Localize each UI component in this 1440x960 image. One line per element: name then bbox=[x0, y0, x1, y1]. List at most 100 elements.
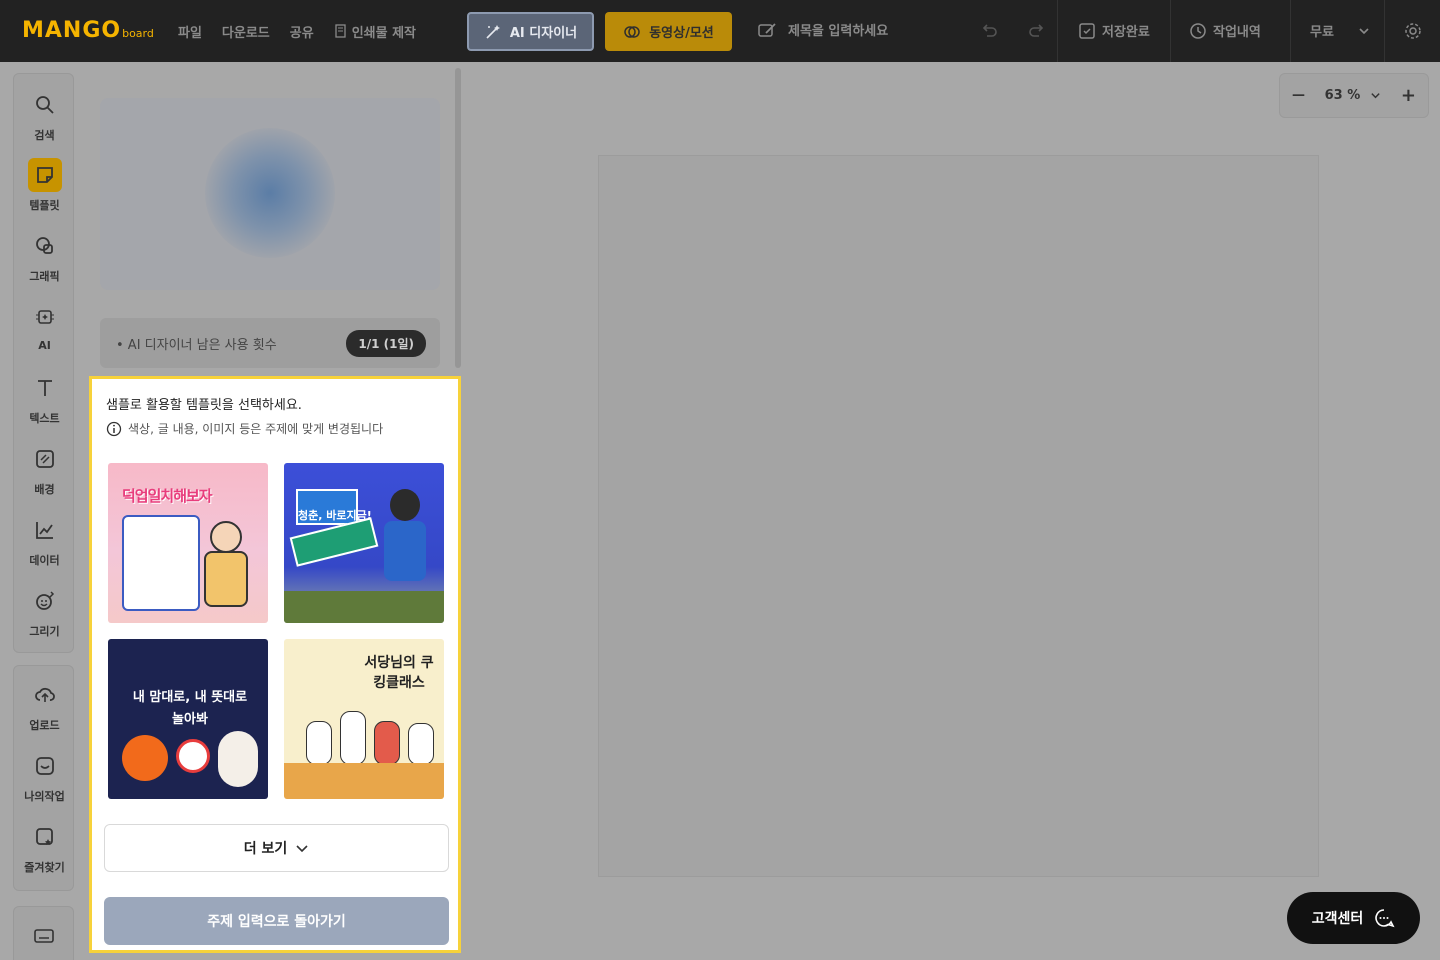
title-input[interactable]: 제목을 입력하세요 bbox=[758, 20, 888, 39]
background-icon bbox=[35, 450, 54, 468]
help-center-button[interactable]: 고객센터 bbox=[1287, 892, 1420, 944]
draw-icon bbox=[35, 591, 54, 610]
save-status-label: 저장완료 bbox=[1102, 25, 1150, 40]
template-4-table bbox=[284, 763, 444, 799]
history-label: 작업내역 bbox=[1213, 25, 1261, 40]
nav-ai-label: AI bbox=[38, 339, 51, 352]
more-button[interactable]: 더 보기 bbox=[104, 824, 449, 872]
nav-data-label: 데이터 bbox=[29, 554, 60, 567]
nav-template-label: 템플릿 bbox=[29, 199, 60, 212]
template-1-title: 덕업일치해보자 bbox=[122, 487, 213, 505]
nav-my-work[interactable]: 나의작업 bbox=[14, 749, 75, 804]
nav-text[interactable]: 텍스트 bbox=[14, 371, 75, 426]
template-4-title: 서당님의 쿠킹클래스 bbox=[364, 655, 434, 691]
template-thumb-4[interactable]: 서당님의 쿠킹클래스 bbox=[284, 639, 444, 799]
nav-upload[interactable]: 업로드 bbox=[14, 678, 75, 733]
logo-sub: board bbox=[122, 27, 154, 40]
nav-background[interactable]: 배경 bbox=[14, 442, 75, 497]
keyboard-icon[interactable] bbox=[33, 925, 55, 947]
nav-template[interactable]: 템플릿 bbox=[14, 158, 75, 213]
left-nav-extra bbox=[13, 906, 74, 960]
template-2-title: 청춘, 바로지금! bbox=[298, 509, 372, 522]
card-note-text: 색상, 글 내용, 이미지 등은 주제에 맞게 변경됩니다 bbox=[128, 422, 384, 436]
nav-graphic-label: 그래픽 bbox=[29, 270, 60, 283]
menu-print-label: 인쇄물 제작 bbox=[351, 25, 417, 41]
panel-scrollbar[interactable] bbox=[455, 68, 461, 368]
undo-icon[interactable] bbox=[981, 22, 999, 40]
divider bbox=[1290, 0, 1291, 62]
usage-box: • AI 디자이너 남은 사용 횟수 1/1 (1일) bbox=[100, 318, 440, 368]
history-button[interactable]: 작업내역 bbox=[1189, 21, 1261, 40]
template-1-character bbox=[200, 521, 252, 609]
back-to-topic-button[interactable]: 주제 입력으로 돌아가기 bbox=[104, 897, 449, 945]
info-icon bbox=[106, 421, 122, 436]
nav-graphic[interactable]: 그래픽 bbox=[14, 229, 75, 284]
history-icon bbox=[1190, 22, 1206, 39]
nav-ai[interactable]: AI bbox=[14, 300, 75, 352]
nav-data[interactable]: 데이터 bbox=[14, 513, 75, 568]
ai-designer-label: AI 디자이너 bbox=[509, 26, 578, 41]
divider bbox=[1170, 0, 1171, 62]
chat-icon bbox=[1375, 909, 1395, 928]
chart-icon bbox=[35, 522, 53, 539]
template-thumb-1[interactable]: 덕업일치해보자 bbox=[108, 463, 268, 623]
nav-favorites[interactable]: 즐겨찾기 bbox=[14, 820, 75, 875]
template-icon bbox=[36, 167, 53, 183]
template-2-grass bbox=[284, 591, 444, 623]
nav-favorites-label: 즐겨찾기 bbox=[24, 861, 65, 874]
template-4-chefs bbox=[306, 711, 436, 767]
chevron-down-icon bbox=[296, 845, 308, 853]
menu-download[interactable]: 다운로드 bbox=[222, 22, 270, 41]
usage-label: • AI 디자이너 남은 사용 횟수 bbox=[116, 337, 277, 353]
template-3-title: 내 맘대로, 내 뜻대로 놀아봐 bbox=[132, 690, 248, 727]
plan-dropdown[interactable]: 무료 bbox=[1310, 21, 1370, 40]
template-3-character-1 bbox=[122, 735, 168, 781]
menu-print[interactable]: 인쇄물 제작 bbox=[334, 22, 416, 41]
chevron-down-icon bbox=[1371, 93, 1380, 99]
nav-search[interactable]: 검색 bbox=[14, 88, 75, 143]
ai-designer-button[interactable]: AI 디자이너 bbox=[467, 12, 594, 51]
magic-wand-icon bbox=[486, 24, 500, 39]
template-3-character-2 bbox=[176, 739, 210, 773]
ai-preview-image bbox=[100, 98, 440, 290]
logo-main: MANGO bbox=[22, 18, 122, 43]
title-placeholder: 제목을 입력하세요 bbox=[788, 24, 889, 39]
search-icon bbox=[35, 96, 54, 114]
nav-text-label: 텍스트 bbox=[29, 412, 60, 425]
card-heading: 샘플로 활용할 템플릿을 선택하세요. bbox=[106, 398, 302, 413]
save-status[interactable]: 저장완료 bbox=[1078, 21, 1150, 40]
template-thumb-3[interactable]: 내 맘대로, 내 뜻대로 놀아봐 bbox=[108, 639, 268, 799]
redo-icon[interactable] bbox=[1027, 22, 1045, 40]
template-select-card: 샘플로 활용할 템플릿을 선택하세요. 색상, 글 내용, 이미지 등은 주제에… bbox=[89, 376, 461, 953]
menu-file[interactable]: 파일 bbox=[178, 22, 202, 41]
video-motion-button[interactable]: 동영상/모션 bbox=[605, 12, 732, 51]
motion-icon bbox=[624, 25, 640, 38]
help-center-label: 고객센터 bbox=[1311, 911, 1364, 927]
nav-upload-label: 업로드 bbox=[29, 719, 60, 732]
text-icon bbox=[37, 380, 52, 396]
cloud-upload-icon bbox=[34, 687, 55, 702]
ai-preview-blob bbox=[205, 128, 335, 258]
zoom-out-button[interactable]: — bbox=[1292, 88, 1305, 103]
graphic-icon bbox=[35, 237, 53, 254]
template-3-character-3 bbox=[218, 731, 258, 787]
top-bar: MANGO board 파일 다운로드 공유 인쇄물 제작 AI 디자이너 동영… bbox=[0, 0, 1440, 62]
chevron-down-icon bbox=[1359, 27, 1369, 34]
template-thumb-2[interactable]: 청춘, 바로지금! bbox=[284, 463, 444, 623]
left-nav-secondary: 업로드 나의작업 즐겨찾기 bbox=[13, 665, 74, 891]
nav-draw[interactable]: 그리기 bbox=[14, 584, 75, 639]
zoom-dropdown[interactable]: 63 % bbox=[1325, 88, 1382, 103]
left-nav: 검색 템플릿 그래픽 AI 텍스트 배경 데이터 그리기 bbox=[13, 73, 74, 653]
nav-my-work-label: 나의작업 bbox=[24, 790, 65, 803]
zoom-in-button[interactable]: + bbox=[1401, 85, 1416, 106]
menu-share[interactable]: 공유 bbox=[290, 22, 314, 41]
artboard[interactable] bbox=[598, 155, 1319, 877]
top-menu: 파일 다운로드 공유 인쇄물 제작 bbox=[178, 0, 436, 62]
video-motion-label: 동영상/모션 bbox=[649, 26, 714, 41]
logo[interactable]: MANGO board bbox=[22, 18, 154, 44]
gear-icon[interactable] bbox=[1403, 21, 1423, 41]
nav-draw-label: 그리기 bbox=[29, 625, 60, 638]
print-icon bbox=[335, 24, 346, 38]
divider bbox=[1057, 0, 1058, 62]
usage-count-badge: 1/1 (1일) bbox=[346, 329, 426, 357]
